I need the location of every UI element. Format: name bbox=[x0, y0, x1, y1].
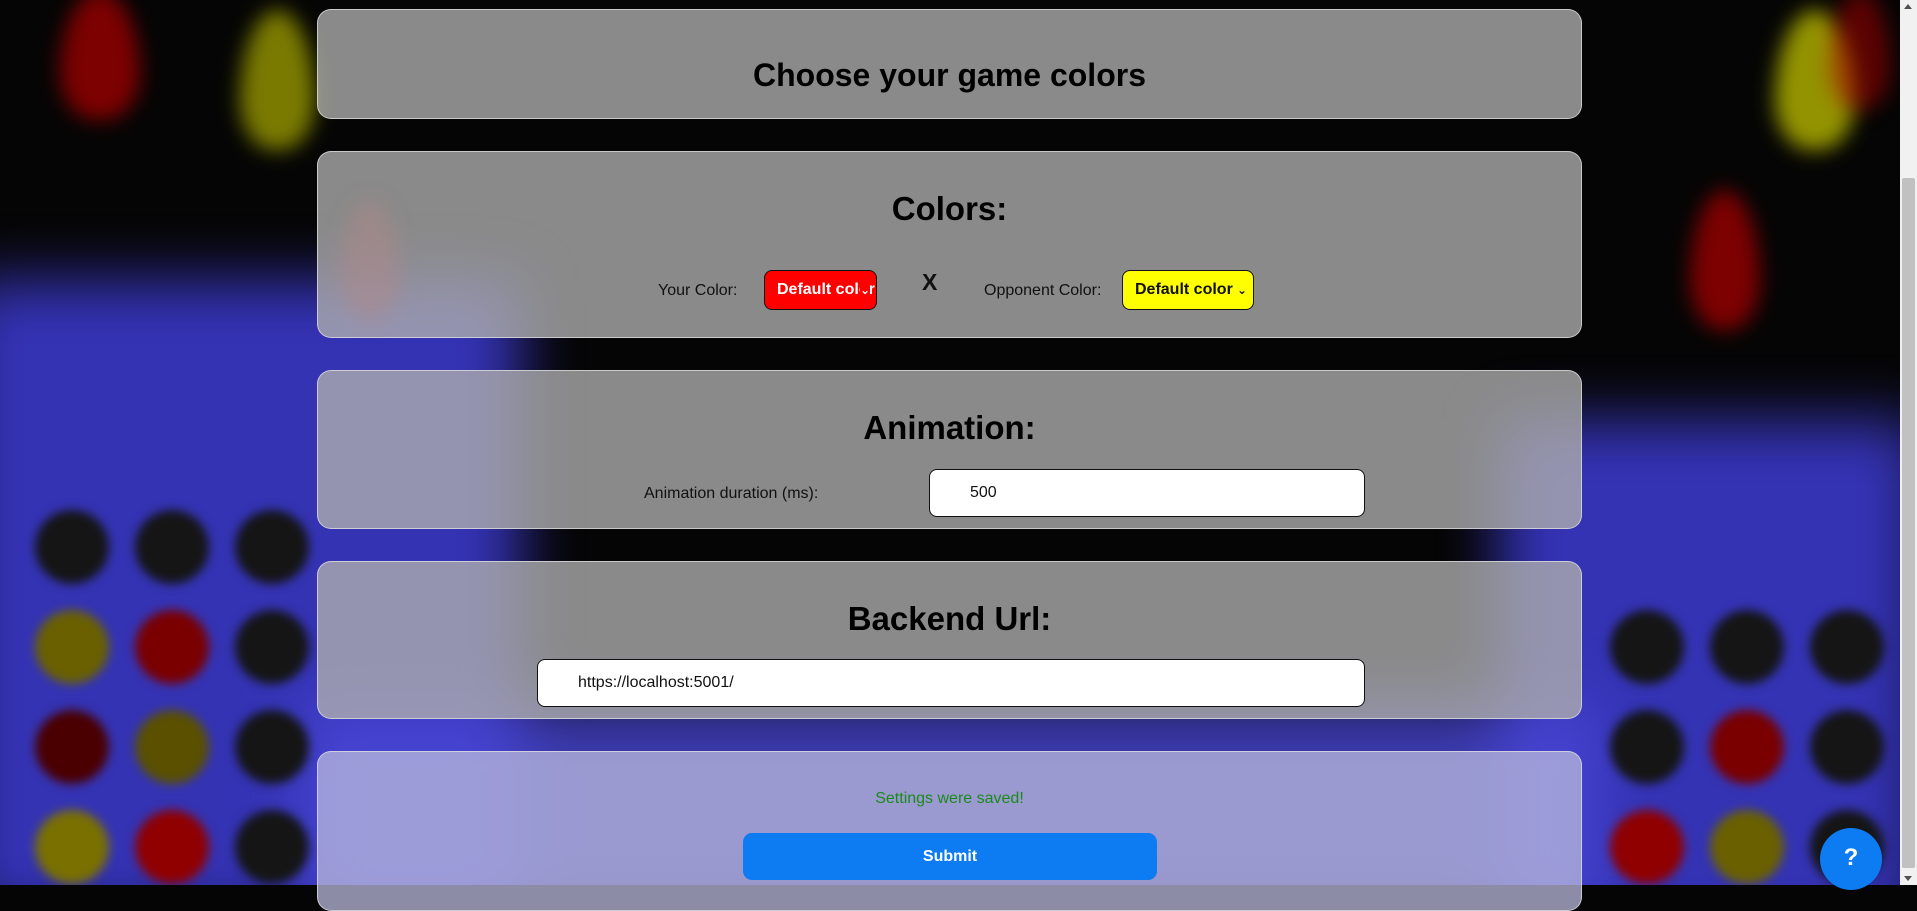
opponent-color-select[interactable]: Default color ⌄ bbox=[1122, 270, 1254, 310]
versus-separator: X bbox=[922, 269, 938, 295]
opponent-color-selected-value: Default color bbox=[1135, 281, 1233, 298]
help-button[interactable]: ? bbox=[1820, 828, 1882, 890]
page-title: Choose your game colors bbox=[753, 57, 1146, 93]
submit-panel: Settings were saved! Submit bbox=[317, 751, 1582, 911]
submit-button[interactable]: Submit bbox=[743, 833, 1157, 880]
chevron-down-icon: ⌄ bbox=[859, 271, 870, 309]
animation-duration-label: Animation duration (ms): bbox=[644, 485, 819, 502]
scrollbar-thumb[interactable] bbox=[1902, 178, 1915, 868]
scroll-up-arrow-icon[interactable] bbox=[1904, 4, 1912, 9]
backend-url-panel: Backend Url: https://localhost:5001/ bbox=[317, 561, 1582, 719]
page-scrollbar[interactable] bbox=[1900, 0, 1917, 885]
animation-duration-input[interactable]: 500 bbox=[929, 469, 1365, 517]
scroll-down-arrow-icon[interactable] bbox=[1904, 876, 1912, 881]
backend-url-heading: Backend Url: bbox=[847, 600, 1052, 637]
status-message: Settings were saved! bbox=[875, 790, 1024, 807]
title-panel: Choose your game colors bbox=[317, 9, 1582, 119]
animation-panel: Animation: Animation duration (ms): 500 bbox=[317, 370, 1582, 529]
your-color-select[interactable]: Default color ⌄ bbox=[764, 270, 877, 310]
colors-heading: Colors: bbox=[891, 190, 1008, 227]
opponent-color-label: Opponent Color: bbox=[984, 282, 1102, 299]
animation-heading: Animation: bbox=[863, 409, 1036, 446]
colors-panel: Colors: Your Color: Default color ⌄ X Op… bbox=[317, 151, 1582, 338]
backend-url-input[interactable]: https://localhost:5001/ bbox=[537, 659, 1365, 707]
your-color-label: Your Color: bbox=[658, 282, 738, 299]
chevron-down-icon: ⌄ bbox=[1236, 271, 1247, 309]
